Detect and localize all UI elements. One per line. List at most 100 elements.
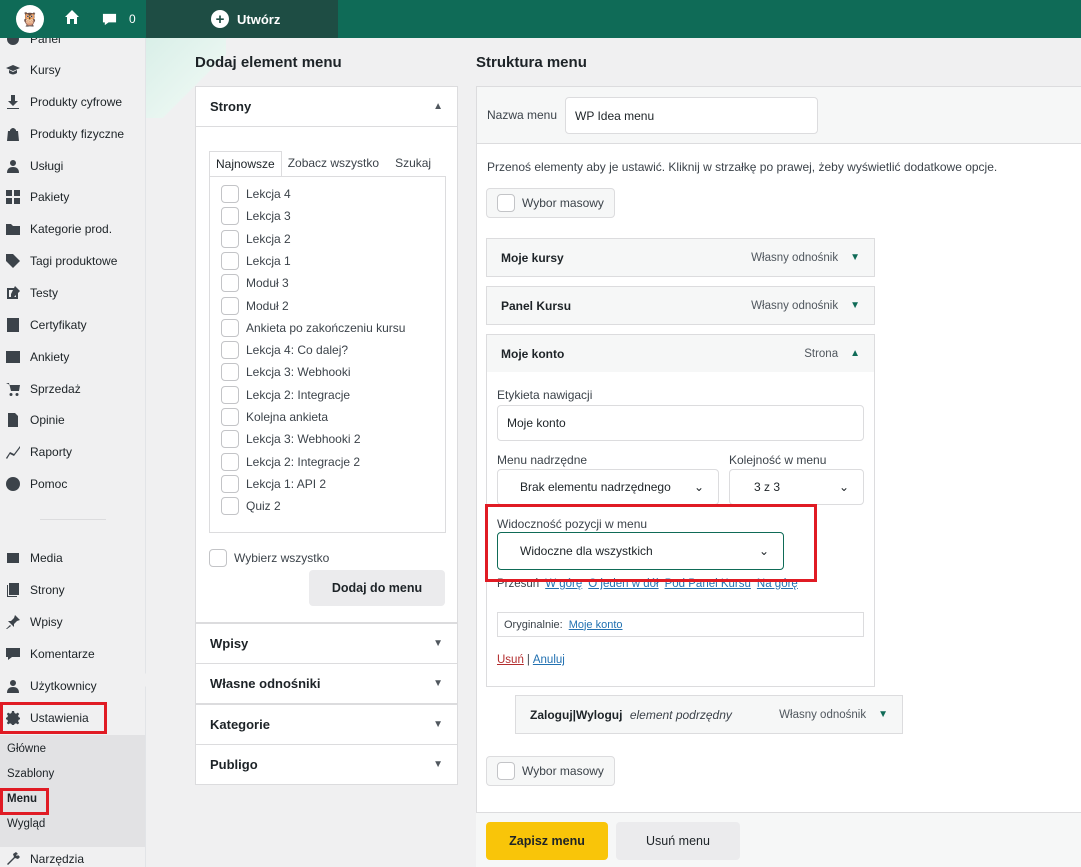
sidebar-item-panel[interactable]: Panel xyxy=(0,38,145,54)
page-checkbox-item[interactable]: Moduł 3 xyxy=(221,274,289,293)
sidebar-item[interactable]: Certyfikaty xyxy=(0,310,145,340)
sidebar-item[interactable]: Produkty cyfrowe xyxy=(0,87,145,117)
remove-link[interactable]: Usuń xyxy=(497,654,524,666)
sidebar-item[interactable]: Testy xyxy=(0,278,145,308)
sidebar-item-label: Pakiety xyxy=(30,190,70,205)
page-checkbox-item[interactable]: Lekcja 4 xyxy=(221,185,291,203)
sidebar-item[interactable]: Strony xyxy=(0,575,145,605)
menu-order-select[interactable]: 3 z 3 ⌄ xyxy=(729,469,864,505)
mass-select-label: Wybor masowy xyxy=(522,764,604,778)
submenu-item-general[interactable]: Główne xyxy=(7,743,46,755)
menu-item-type: Własny odnośnik xyxy=(751,251,839,264)
help-icon xyxy=(4,475,22,493)
publigo-accordion[interactable]: Publigo ▼ xyxy=(195,744,458,785)
sidebar-item[interactable]: Kursy xyxy=(0,55,145,85)
checkbox[interactable] xyxy=(221,474,239,493)
cart-icon xyxy=(4,380,22,398)
checkbox[interactable] xyxy=(221,385,239,404)
page-checkbox-item[interactable]: Lekcja 2 xyxy=(221,229,291,248)
posts-accordion[interactable]: Wpisy ▼ xyxy=(195,623,458,664)
tab-search[interactable]: Szukaj xyxy=(389,151,437,177)
mass-select-checkbox[interactable] xyxy=(497,762,515,780)
tab-view-all[interactable]: Zobacz wszystko xyxy=(282,151,385,177)
sidebar-item[interactable]: Pomoc xyxy=(0,469,145,499)
pages-header-label: Strony xyxy=(210,99,252,114)
menu-item-login-logout[interactable]: Zaloguj|Wyloguj element podrzędny Własny… xyxy=(515,695,903,734)
sidebar-item[interactable]: Raporty xyxy=(0,437,145,467)
menu-item-my-courses[interactable]: Moje kursy Własny odnośnik ▼ xyxy=(486,238,875,277)
page-checkbox-item[interactable]: Lekcja 3: Webhooki 2 xyxy=(221,430,361,449)
expand-arrow-icon[interactable]: ▼ xyxy=(850,300,860,311)
select-all-checkbox[interactable] xyxy=(209,549,227,567)
add-to-menu-button[interactable]: Dodaj do menu xyxy=(309,570,445,606)
sidebar-item[interactable]: Komentarze xyxy=(0,639,145,669)
page-checkbox-item[interactable]: Ankieta po zakończeniu kursu xyxy=(221,318,405,337)
sidebar-item[interactable]: Ankiety xyxy=(0,342,145,372)
original-link[interactable]: Moje konto xyxy=(569,619,623,631)
checkbox[interactable] xyxy=(221,408,239,426)
categories-accordion[interactable]: Kategorie ▼ xyxy=(195,704,458,745)
menu-item-title: Zaloguj|Wyloguj xyxy=(530,707,623,722)
checkbox[interactable] xyxy=(221,296,239,315)
expand-arrow-icon[interactable]: ▼ xyxy=(878,709,888,720)
mass-select-checkbox[interactable] xyxy=(497,194,515,212)
sidebar-item[interactable]: Pakiety xyxy=(0,182,145,212)
owl-logo-icon[interactable]: 🦉 xyxy=(16,5,44,33)
cancel-link[interactable]: Anuluj xyxy=(533,654,565,666)
pages-accordion-header[interactable]: Strony ▲ xyxy=(196,87,457,127)
checkbox[interactable] xyxy=(221,318,239,337)
sidebar-item-tools[interactable]: Narzędzia xyxy=(0,844,145,867)
sidebar-item[interactable]: Produkty fizyczne xyxy=(0,119,145,149)
submenu-item-templates[interactable]: Szablony xyxy=(7,768,54,780)
menu-name-input[interactable]: WP Idea menu xyxy=(565,97,818,134)
checkbox[interactable] xyxy=(221,185,239,203)
checkbox[interactable] xyxy=(221,251,239,270)
checkbox[interactable] xyxy=(221,452,239,471)
page-checkbox-item[interactable]: Moduł 2 xyxy=(221,296,289,315)
instructions-text: Przenoś elementy aby je ustawić. Kliknij… xyxy=(487,160,998,174)
page-checkbox-item[interactable]: Quiz 2 xyxy=(221,497,281,516)
menu-item-course-panel[interactable]: Panel Kursu Własny odnośnik ▼ xyxy=(486,286,875,325)
page-checkbox-item[interactable]: Lekcja 1: API 2 xyxy=(221,474,326,493)
checkbox[interactable] xyxy=(221,274,239,293)
sidebar-item[interactable]: Usługi xyxy=(0,151,145,181)
page-checkbox-item[interactable]: Kolejna ankieta xyxy=(221,408,328,426)
page-checkbox-item[interactable]: Lekcja 4: Co dalej? xyxy=(221,341,348,360)
expand-arrow-icon[interactable]: ▼ xyxy=(850,252,860,263)
checkbox[interactable] xyxy=(221,341,239,360)
mass-select-button-bottom[interactable]: Wybor masowy xyxy=(486,756,615,786)
page-checkbox-item[interactable]: Lekcja 3 xyxy=(221,207,291,226)
page-checkbox-item[interactable]: Lekcja 2: Integracje 2 xyxy=(221,452,360,471)
sidebar-item[interactable]: Użytkownicy xyxy=(0,671,145,701)
checkbox[interactable] xyxy=(221,363,239,382)
sidebar-item[interactable]: Media xyxy=(0,543,145,573)
mass-select-button[interactable]: Wybor masowy xyxy=(486,188,615,218)
page-icon xyxy=(4,411,22,429)
sidebar-item[interactable]: Tagi produktowe xyxy=(0,246,145,276)
checkbox[interactable] xyxy=(221,229,239,248)
comments-link[interactable]: 0 xyxy=(102,12,136,27)
delete-menu-button[interactable]: Usuń menu xyxy=(616,822,740,860)
page-checkbox-item[interactable]: Lekcja 1 xyxy=(221,251,291,270)
sidebar-item[interactable]: Kategorie prod. xyxy=(0,214,145,244)
nav-label-input[interactable]: Moje konto xyxy=(497,405,864,441)
checkbox[interactable] xyxy=(221,430,239,449)
save-menu-button[interactable]: Zapisz menu xyxy=(486,822,608,860)
sidebar-item[interactable]: Sprzedaż xyxy=(0,374,145,404)
collapse-arrow-icon[interactable]: ▲ xyxy=(850,348,860,359)
tab-newest[interactable]: Najnowsze xyxy=(209,151,282,177)
checkbox[interactable] xyxy=(221,497,239,516)
parent-menu-select[interactable]: Brak elementu nadrzędnego ⌄ xyxy=(497,469,719,505)
page-checkbox-item[interactable]: Lekcja 3: Webhooki xyxy=(221,363,351,382)
sidebar-item[interactable]: Opinie xyxy=(0,405,145,435)
home-icon[interactable] xyxy=(64,9,80,30)
checkbox[interactable] xyxy=(221,207,239,226)
select-all[interactable]: Wybierz wszystko xyxy=(209,549,329,567)
sidebar-item[interactable]: Wpisy xyxy=(0,607,145,637)
menu-item-title: Moje kursy xyxy=(501,250,564,265)
page-checkbox-item[interactable]: Lekcja 2: Integracje xyxy=(221,385,350,404)
submenu-item-appearance[interactable]: Wygląd xyxy=(7,818,45,830)
create-button[interactable]: + Utwórz xyxy=(146,0,338,38)
custom-links-accordion[interactable]: Własne odnośniki ▼ xyxy=(195,663,458,704)
menu-item-my-account[interactable]: Moje konto Strona ▲ xyxy=(486,334,875,373)
